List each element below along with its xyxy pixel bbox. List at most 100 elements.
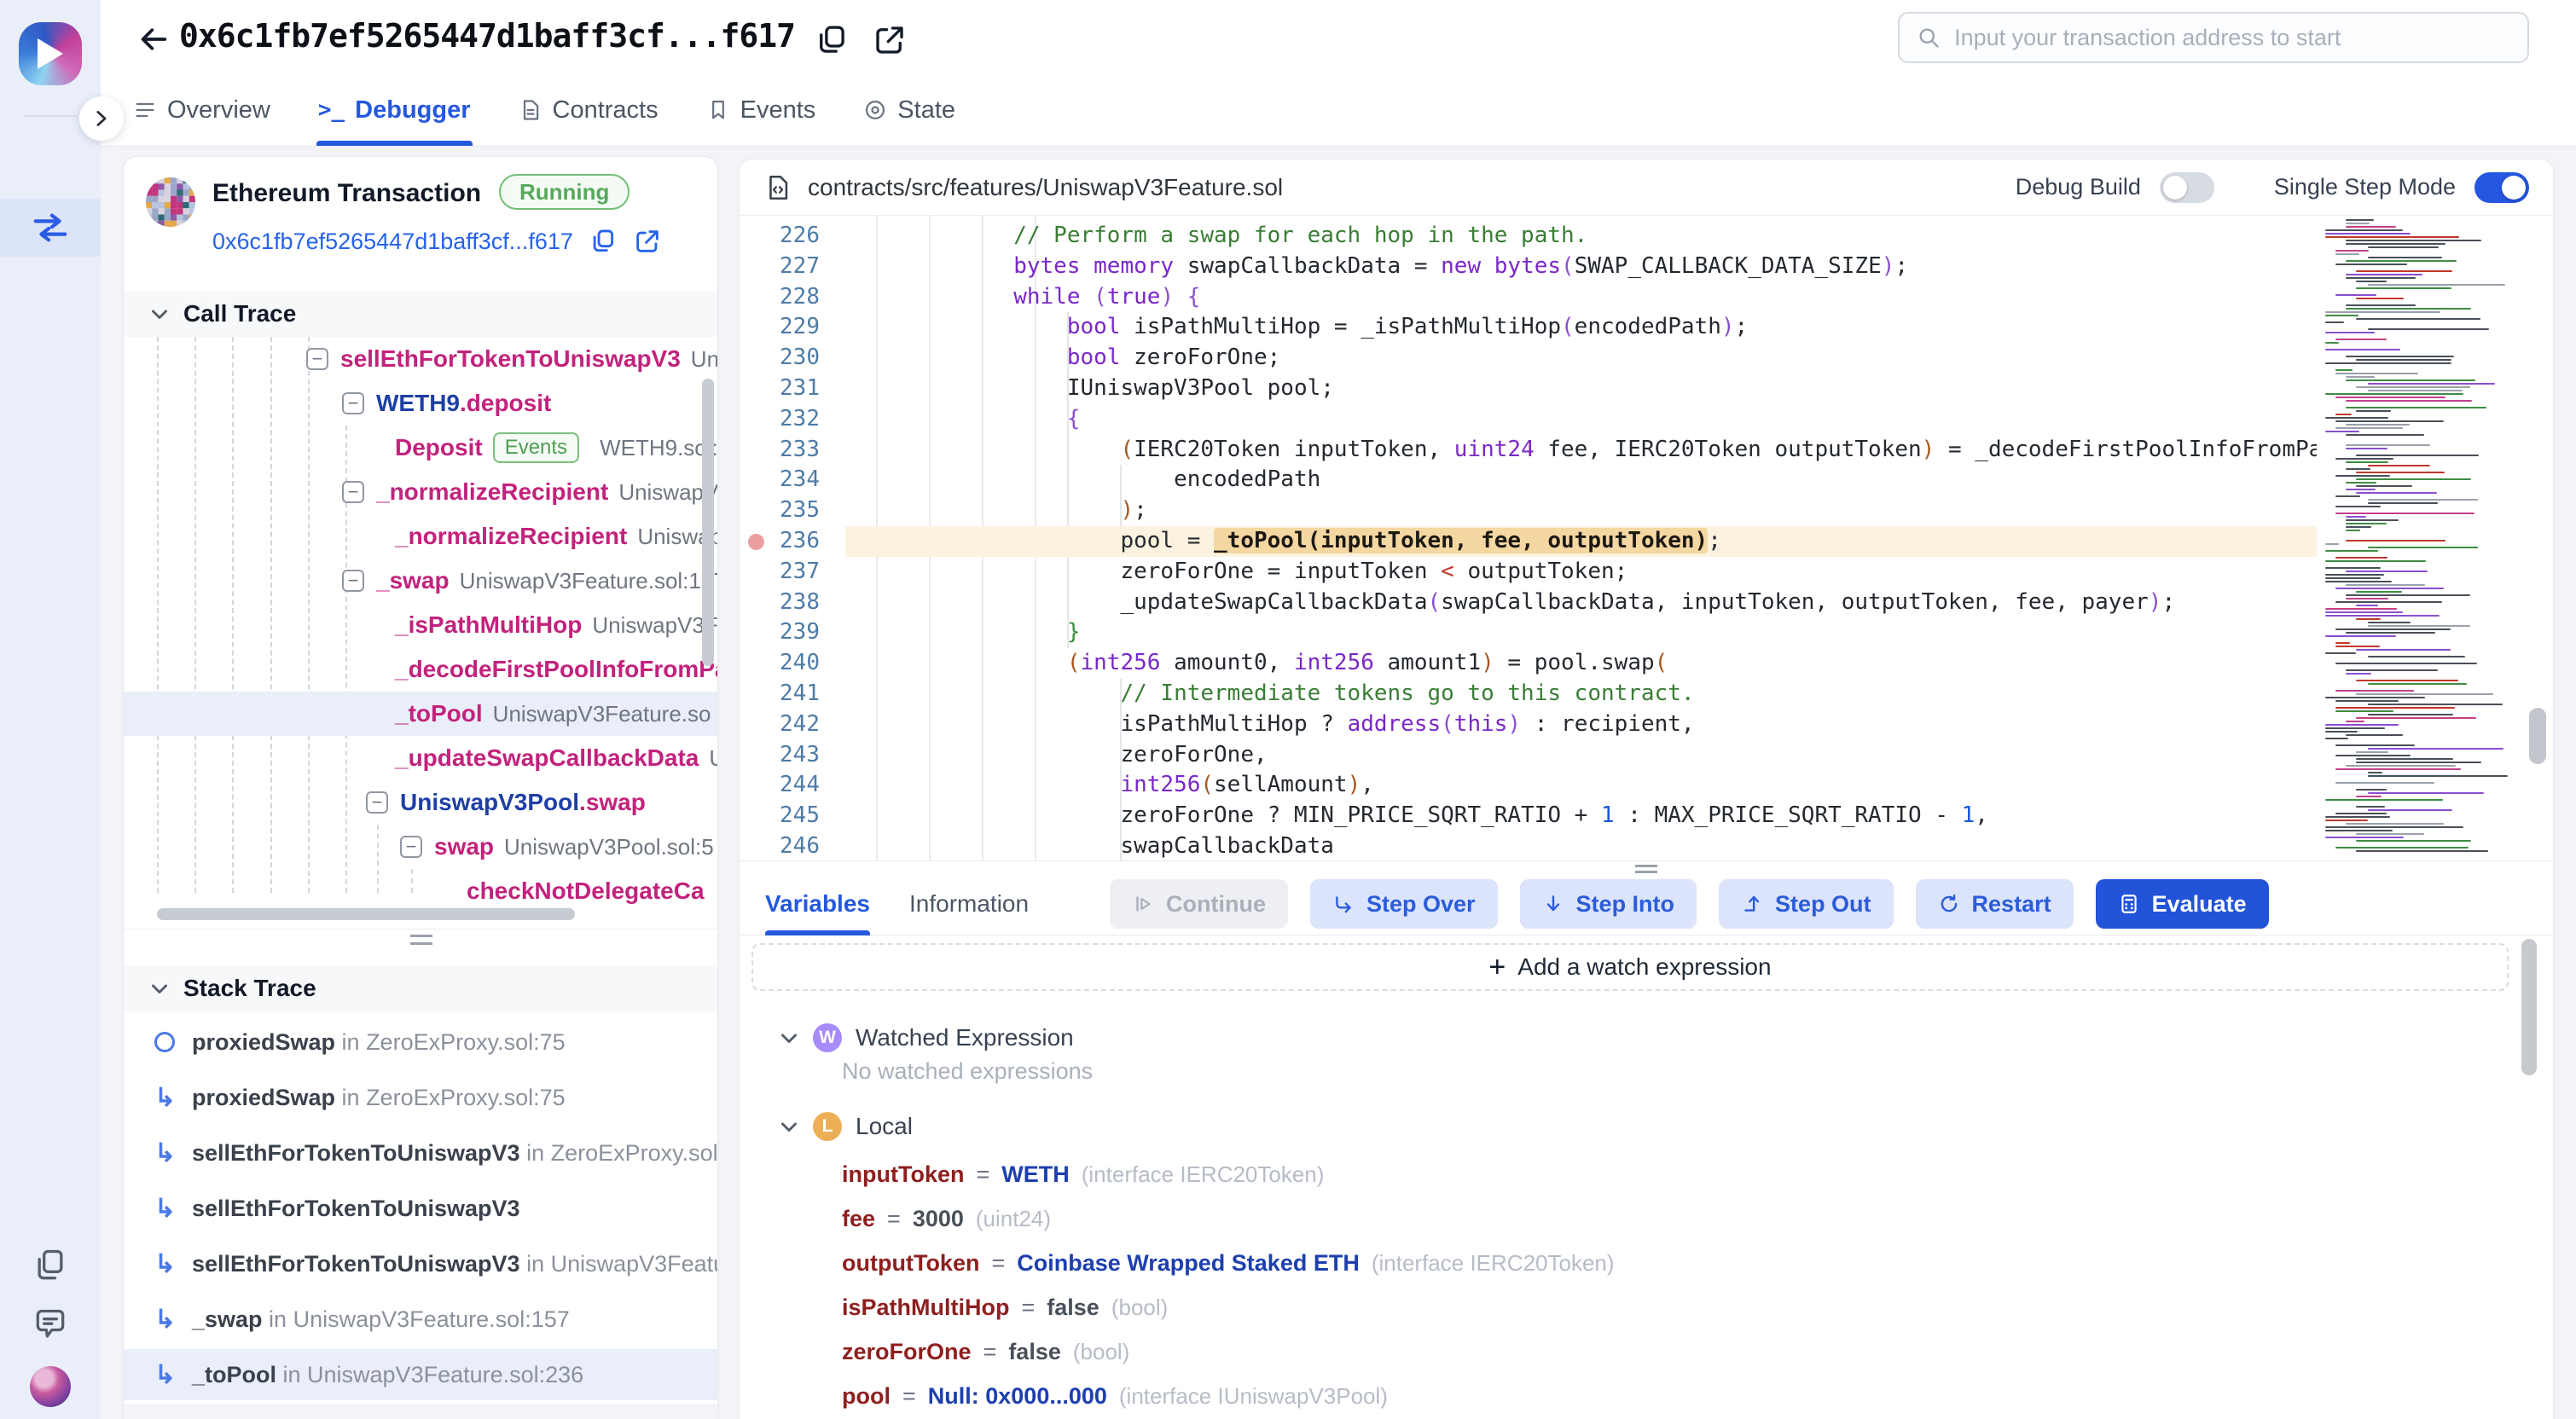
open-hash-icon[interactable] [633, 227, 662, 256]
call-trace-row[interactable]: −WETH9.deposit [124, 381, 717, 426]
tab-information[interactable]: Information [909, 872, 1029, 935]
code-gutter[interactable]: 245 [740, 801, 845, 831]
call-trace-row[interactable]: DepositEventsWETH9.sol:4 [124, 426, 717, 470]
stack-trace-header[interactable]: Stack Trace [124, 965, 717, 1011]
stack-trace-row[interactable]: ↳_toPool in UniswapV3Feature.sol:236 [124, 1349, 717, 1400]
call-trace-row[interactable]: _toPoolUniswapV3Feature.so [124, 692, 717, 736]
collapse-sidebar-button[interactable] [79, 96, 124, 141]
copy-icon[interactable] [814, 22, 850, 58]
code-gutter[interactable]: 228 [740, 282, 845, 313]
evaluate-button[interactable]: Evaluate [2096, 879, 2269, 929]
code-gutter[interactable]: 246 [740, 831, 845, 860]
continue-button[interactable]: Continue [1110, 879, 1288, 929]
user-avatar[interactable] [30, 1366, 71, 1407]
call-trace-row[interactable]: checkNotDelegateCa [124, 869, 717, 913]
code-gutter[interactable]: 240 [740, 648, 845, 679]
tree-expander-icon[interactable]: − [306, 348, 328, 370]
editor-panel-splitter[interactable] [740, 860, 2553, 872]
code-gutter[interactable]: 231 [740, 374, 845, 404]
tab-debugger[interactable]: >_ Debugger [316, 74, 473, 146]
code-gutter[interactable]: 234 [740, 465, 845, 495]
code-gutter[interactable]: 227 [740, 252, 845, 282]
copy-hash-icon[interactable] [589, 227, 618, 256]
search-input[interactable] [1954, 25, 2510, 51]
code-gutter[interactable]: 238 [740, 588, 845, 618]
variable-row[interactable]: isPathMultiHop=false(bool) [842, 1285, 1615, 1329]
call-trace-row[interactable]: −_swapUniswapV3Feature.sol:157 [124, 559, 717, 603]
call-trace-row[interactable]: _decodeFirstPoolInfoFromPa [124, 647, 717, 692]
call-trace-row[interactable]: −UniswapV3Pool.swap [124, 780, 717, 825]
code-gutter[interactable]: 241 [740, 679, 845, 710]
tab-overview[interactable]: Overview [131, 74, 272, 146]
code-gutter[interactable]: 242 [740, 710, 845, 740]
code-gutter[interactable]: 237 [740, 557, 845, 588]
code-gutter[interactable]: 236 [740, 526, 845, 557]
tab-state[interactable]: State [862, 74, 957, 146]
step-into-button[interactable]: Step Into [1520, 879, 1697, 929]
code-gutter[interactable]: 230 [740, 343, 845, 374]
open-external-icon[interactable] [872, 22, 908, 58]
transaction-search[interactable] [1898, 12, 2529, 63]
variable-row[interactable]: pool=Null: 0x000...000(interface IUniswa… [842, 1374, 1615, 1418]
feedback-chat-icon[interactable] [32, 1306, 69, 1344]
variable-row[interactable]: fee=3000(uint24) [842, 1196, 1615, 1241]
variable-row[interactable]: zeroForOne=false(bool) [842, 1329, 1615, 1374]
tree-expander-icon[interactable]: − [342, 570, 364, 592]
resize-handle[interactable] [410, 935, 432, 945]
code-minimap[interactable] [2325, 219, 2528, 855]
tab-events[interactable]: Events [705, 74, 818, 146]
variable-row[interactable]: outputToken=Coinbase Wrapped Staked ETH(… [842, 1241, 1615, 1285]
code-gutter[interactable]: 229 [740, 312, 845, 343]
stack-trace-row[interactable]: ↳sellEthForTokenToUniswapV3 in UniswapV3… [124, 1238, 717, 1289]
transaction-hash-link[interactable]: 0x6c1fb7ef5265447d1baff3cf...f617 [212, 229, 573, 255]
tree-horizontal-scrollbar[interactable] [157, 908, 575, 920]
debug-build-toggle[interactable] [2160, 172, 2214, 203]
call-trace-row[interactable]: −sellEthForTokenToUniswapV3Unis [124, 337, 717, 381]
restart-button[interactable]: Restart [1916, 879, 2074, 929]
code-gutter[interactable]: 226 [740, 221, 845, 252]
tree-expander-icon[interactable]: − [342, 481, 364, 503]
plus-icon: + [1488, 953, 1506, 982]
code-gutter[interactable]: 233 [740, 435, 845, 466]
copy-pages-icon[interactable] [32, 1247, 69, 1284]
tree-expander-icon[interactable]: − [342, 392, 364, 414]
code-gutter[interactable]: 232 [740, 404, 845, 435]
call-trace-row[interactable]: _updateSwapCallbackDataU [124, 736, 717, 780]
code-gutter[interactable]: 244 [740, 770, 845, 801]
rail-divider [24, 115, 77, 117]
call-trace-row[interactable]: −_normalizeRecipientUniswapV3 [124, 470, 717, 514]
sentio-logo-icon[interactable] [19, 22, 82, 85]
tree-expander-icon[interactable]: − [400, 836, 422, 858]
calculator-icon [2118, 893, 2140, 915]
local-section[interactable]: L Local [779, 1108, 913, 1145]
stack-trace-row[interactable]: ↳proxiedSwap in ZeroExProxy.sol:75 [124, 1072, 717, 1123]
variables-scrollbar[interactable] [2521, 939, 2537, 1075]
back-button[interactable] [135, 20, 172, 58]
tab-contracts[interactable]: Contracts [517, 74, 660, 146]
single-step-toggle[interactable] [2474, 172, 2529, 203]
stack-trace-row[interactable]: ↳_swap in UniswapV3Feature.sol:157 [124, 1294, 717, 1345]
variable-row[interactable]: inputToken=WETH(interface IERC20Token) [842, 1152, 1615, 1196]
tree-vertical-scrollbar[interactable] [702, 379, 714, 666]
code-gutter[interactable]: 243 [740, 740, 845, 771]
breakpoint-icon[interactable] [748, 534, 764, 550]
call-trace-row[interactable]: −swapUniswapV3Pool.sol:5 [124, 825, 717, 869]
watched-expression-section[interactable]: W Watched Expression [779, 1019, 1074, 1057]
stack-trace-row[interactable]: ↳sellEthForTokenToUniswapV3 [124, 1183, 717, 1234]
stack-trace-row[interactable]: ↳sellEthForTokenToUniswapV3 in ZeroExPro… [124, 1127, 717, 1179]
step-out-button[interactable]: Step Out [1719, 879, 1894, 929]
code-scrollbar[interactable] [2529, 708, 2546, 764]
call-trace-row[interactable]: _normalizeRecipientUniswap [124, 514, 717, 559]
frame-arrow-icon: ↳ [154, 1249, 175, 1279]
sidebar-item-transactions[interactable] [0, 199, 101, 257]
call-trace-header[interactable]: Call Trace [124, 291, 717, 337]
stack-trace-row[interactable]: proxiedSwap in ZeroExProxy.sol:75 [124, 1016, 717, 1068]
step-over-button[interactable]: Step Over [1310, 879, 1498, 929]
tab-variables[interactable]: Variables [765, 872, 870, 935]
frame-arrow-icon: ↳ [154, 1360, 175, 1390]
code-gutter[interactable]: 239 [740, 617, 845, 648]
tree-expander-icon[interactable]: − [366, 791, 388, 814]
call-trace-row[interactable]: _isPathMultiHopUniswapV3F [124, 603, 717, 647]
add-watch-expression[interactable]: + Add a watch expression [751, 943, 2509, 991]
code-gutter[interactable]: 235 [740, 495, 845, 526]
